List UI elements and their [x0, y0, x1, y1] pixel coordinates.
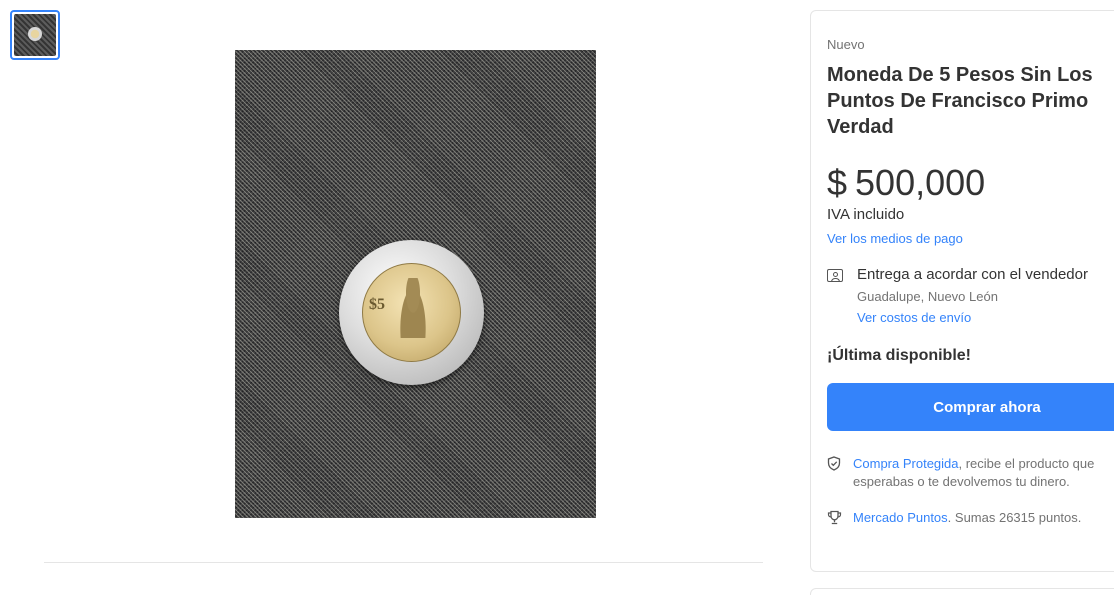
content-divider [44, 562, 763, 563]
thumbnail-coin [28, 27, 42, 41]
price-amount: 500,000 [855, 162, 986, 203]
mercado-points-text: . Sumas 26315 puntos. [947, 510, 1082, 525]
seller-box [810, 588, 1114, 595]
trophy-icon [827, 509, 843, 530]
stock-note: ¡Última disponible! [827, 347, 971, 364]
coin-image: $5 [339, 240, 484, 385]
product-title: Moneda De 5 Pesos Sin Los Puntos De Fran… [827, 64, 1093, 138]
payment-methods-link[interactable]: Ver los medios de pago [827, 231, 1113, 246]
protected-purchase: Compra Protegida, recibe el producto que… [827, 455, 1113, 491]
seller-location: Guadalupe, Nuevo León [857, 289, 998, 304]
mercado-points: Mercado Puntos. Sumas 26315 puntos. [827, 509, 1113, 530]
shipping-costs-link[interactable]: Ver costos de envío [857, 310, 1088, 325]
product-price: $ 500,000 [827, 162, 1113, 204]
delivery-info: Entrega a acordar con el vendedor Guadal… [827, 266, 1113, 325]
mercado-points-link[interactable]: Mercado Puntos [853, 510, 948, 525]
coin-center: $5 [362, 263, 461, 362]
thumbnail-image [14, 14, 56, 56]
coin-portrait [397, 278, 429, 338]
price-currency: $ [827, 162, 848, 203]
shield-check-icon [827, 455, 843, 491]
item-condition: Nuevo [827, 37, 865, 52]
contact-seller-icon [827, 268, 845, 284]
buy-box: Nuevo Moneda De 5 Pesos Sin Los Puntos D… [810, 10, 1114, 572]
protected-purchase-link[interactable]: Compra Protegida [853, 456, 959, 471]
delivery-text: Entrega a acordar con el vendedor [857, 266, 1088, 283]
coin-denomination: $5 [369, 296, 385, 313]
gallery-thumbnail[interactable] [10, 10, 60, 60]
buy-now-button[interactable]: Comprar ahora [827, 383, 1114, 431]
main-product-image[interactable]: $5 [235, 50, 596, 518]
tax-note: IVA incluido [827, 206, 905, 223]
